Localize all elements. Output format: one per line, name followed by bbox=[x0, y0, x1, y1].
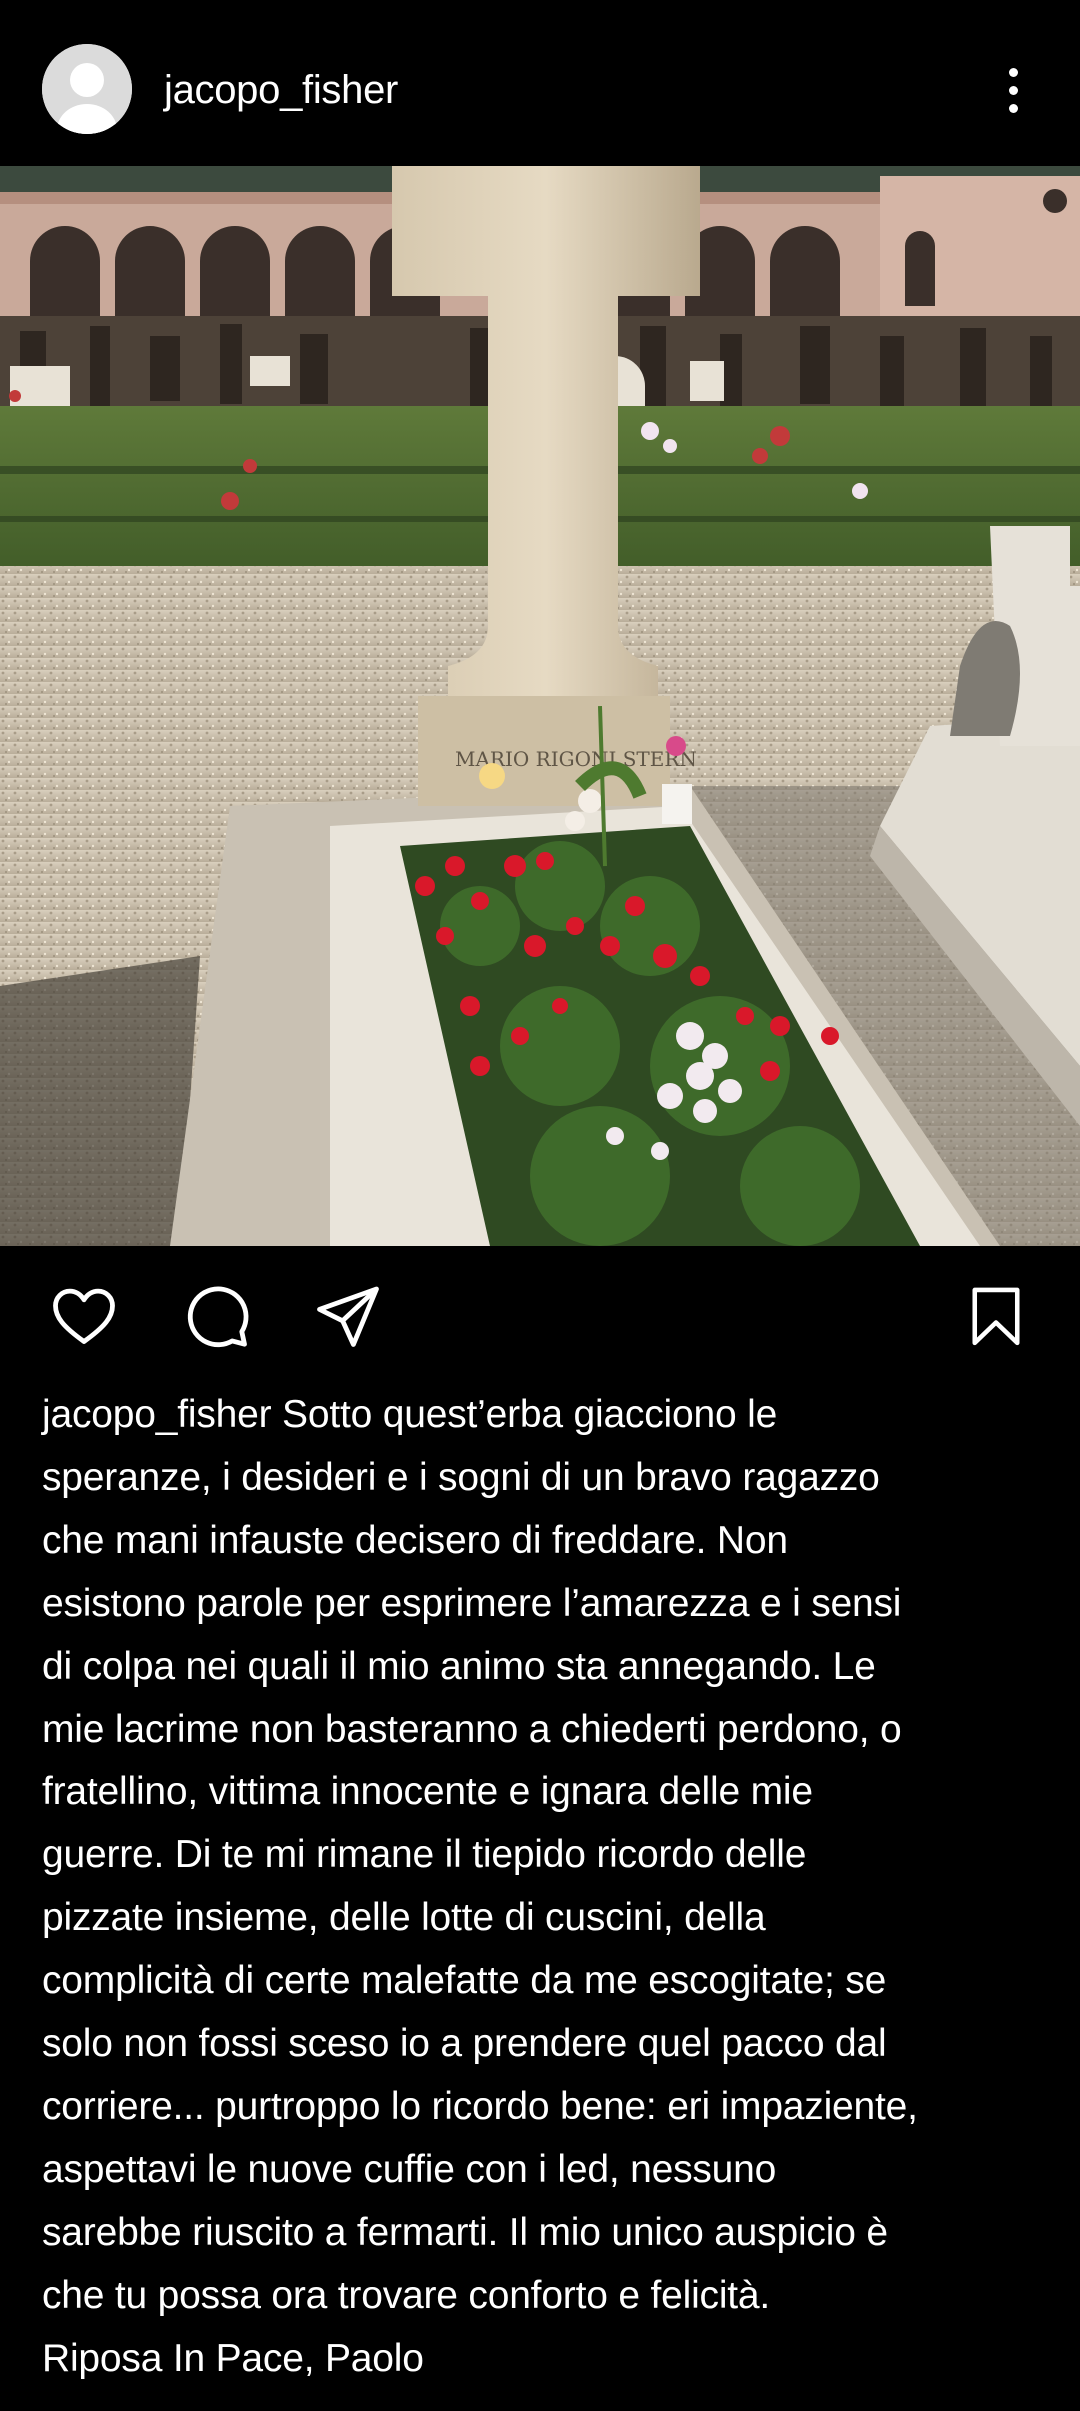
caption-line: guerre. Di te mi rimane il tiepido ricor… bbox=[42, 1833, 807, 1877]
caption-line: aspettavi le nuove cuffie con i led, nes… bbox=[42, 2147, 777, 2191]
caption-line: pizzate insieme, delle lotte di cuscini,… bbox=[42, 1896, 766, 1940]
caption-line: che mani infauste decisero di freddare. … bbox=[42, 1518, 788, 1562]
heart-icon bbox=[53, 1288, 115, 1344]
caption-line: complicità di certe malefatte da me esco… bbox=[42, 1959, 887, 2003]
like-button[interactable] bbox=[44, 1276, 124, 1356]
caption-line: corriere... purtroppo lo ricordo bene: e… bbox=[42, 2084, 918, 2128]
caption-line: esistono parole per esprimere l’amarezza… bbox=[42, 1581, 902, 1625]
comment-button[interactable] bbox=[176, 1276, 256, 1356]
post-username[interactable]: jacopo_fisher bbox=[164, 62, 398, 118]
bookmark-icon bbox=[972, 1287, 1020, 1346]
caption-username[interactable]: jacopo_fisher bbox=[42, 1393, 272, 1436]
post-photo: MARIO RIGONI STERN bbox=[0, 166, 1080, 1246]
caption-line: che tu possa ora trovare conforto e feli… bbox=[42, 2273, 771, 2317]
caption-line: solo non fossi sceso io a prendere quel … bbox=[42, 2022, 887, 2066]
more-vertical-icon[interactable] bbox=[990, 52, 1036, 128]
caption-text-start: Sotto quest’erba giacciono le bbox=[271, 1393, 778, 1436]
post-caption: jacopo_fisher Sotto quest’erba giacciono… bbox=[42, 1384, 1042, 2391]
post-actions bbox=[0, 1246, 1080, 1386]
comment-icon bbox=[187, 1286, 249, 1348]
avatar[interactable] bbox=[42, 44, 132, 134]
caption-line: speranze, i desideri e i sogni di un bra… bbox=[42, 1455, 880, 1499]
caption-line-1: jacopo_fisher Sotto quest’erba giacciono… bbox=[42, 1384, 1042, 1447]
caption-line: sarebbe riuscito a fermarti. Il mio unic… bbox=[42, 2210, 888, 2254]
caption-line: fratellino, vittima innocente e ignara d… bbox=[42, 1770, 813, 1814]
default-avatar-icon bbox=[42, 44, 132, 134]
post-header: jacopo_fisher bbox=[0, 0, 1080, 166]
save-button[interactable] bbox=[956, 1276, 1036, 1356]
caption-line: di colpa nei quali il mio animo sta anne… bbox=[42, 1644, 876, 1688]
share-button[interactable] bbox=[308, 1276, 388, 1356]
caption-line: Riposa In Pace, Paolo bbox=[42, 2336, 424, 2380]
post-image[interactable]: MARIO RIGONI STERN bbox=[0, 166, 1080, 1246]
send-icon bbox=[317, 1286, 379, 1347]
caption-line: mie lacrime non basteranno a chiederti p… bbox=[42, 1707, 902, 1751]
